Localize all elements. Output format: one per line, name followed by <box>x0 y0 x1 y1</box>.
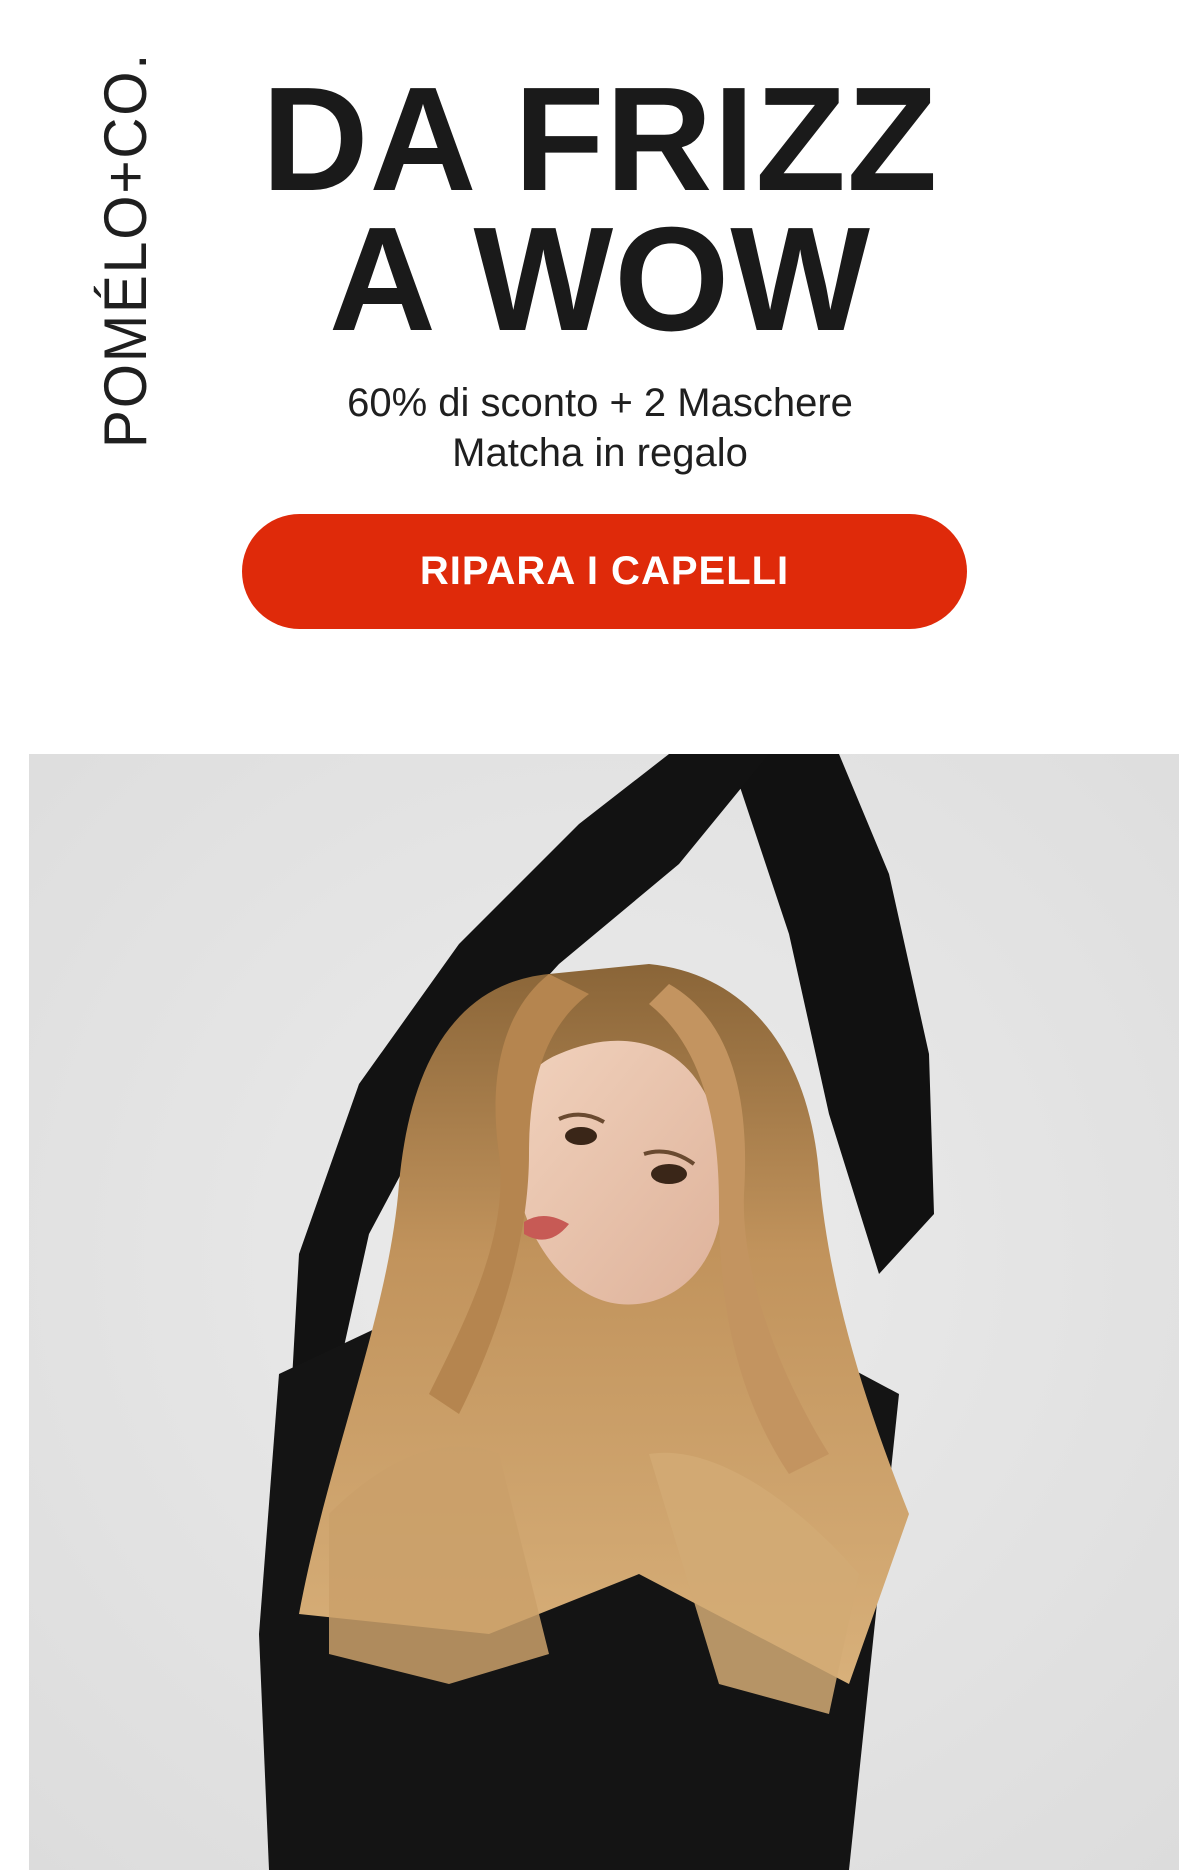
hero-section: POMÉLO+CO. DA FRIZZ A WOW 60% di sconto … <box>0 0 1201 720</box>
headline-line-1: DA FRIZZ <box>261 57 939 222</box>
subtitle-line-1: 60% di sconto + 2 Maschere <box>347 381 853 425</box>
brand-logo[interactable]: POMÉLO+CO. <box>44 30 174 450</box>
headline-line-2: A WOW <box>328 197 871 362</box>
model-portrait-icon <box>29 754 1179 1870</box>
headline: DA FRIZZ A WOW <box>240 57 960 362</box>
model-photo[interactable] <box>29 754 1179 1870</box>
repair-hair-button[interactable]: RIPARA I CAPELLI <box>242 514 967 629</box>
subtitle-line-2: Matcha in regalo <box>452 431 748 475</box>
offer-subtitle: 60% di sconto + 2 Maschere Matcha in reg… <box>240 378 960 478</box>
logo-wordmark: POMÉLO+CO. <box>92 52 159 448</box>
brand-logo-icon: POMÉLO+CO. <box>92 52 159 448</box>
